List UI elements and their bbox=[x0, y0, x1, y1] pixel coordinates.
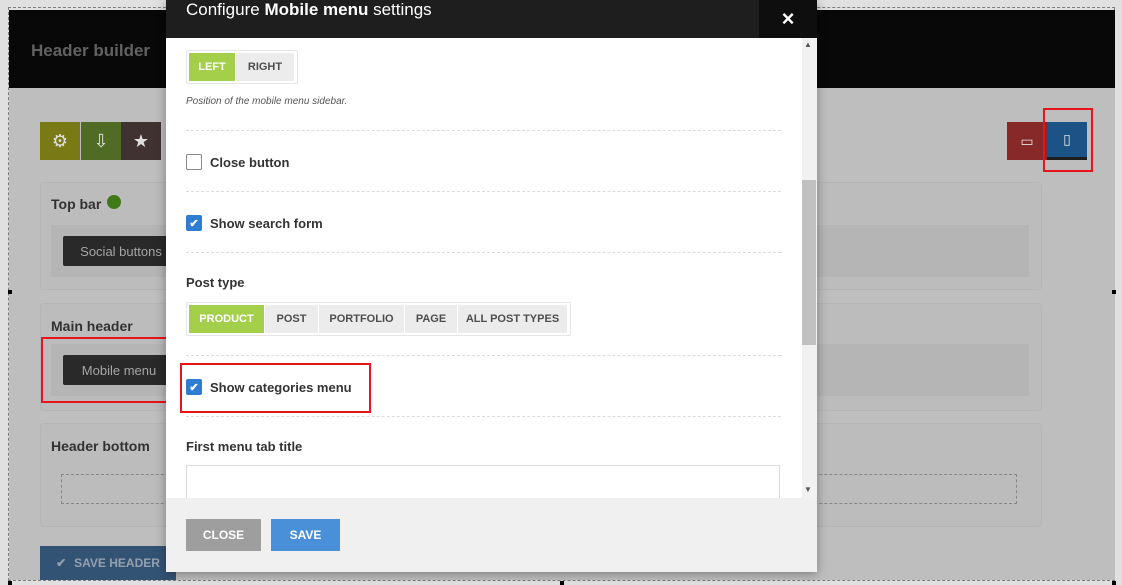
post-type-toggle: PRODUCT POST PORTFOLIO PAGE ALL POST TYP… bbox=[186, 302, 571, 336]
show-search-form-label: Show search form bbox=[210, 215, 323, 231]
checkbox-unchecked[interactable] bbox=[186, 154, 202, 170]
modal-header: Configure Mobile menu settings × bbox=[166, 0, 817, 38]
post-type-label: Post type bbox=[186, 275, 245, 290]
post-type-all[interactable]: ALL POST TYPES bbox=[458, 305, 567, 333]
scrollbar-thumb[interactable] bbox=[802, 180, 816, 345]
position-toggle: LEFT RIGHT bbox=[186, 50, 298, 84]
show-search-form-option[interactable]: ✔ Show search form bbox=[186, 215, 323, 231]
highlight-mobile-menu bbox=[41, 337, 170, 403]
modal-title: Configure Mobile menu settings bbox=[186, 0, 432, 20]
post-type-post[interactable]: POST bbox=[265, 305, 318, 333]
check-icon: ✔ bbox=[189, 217, 199, 230]
position-right-option[interactable]: RIGHT bbox=[236, 53, 294, 81]
save-button[interactable]: SAVE bbox=[271, 519, 340, 551]
modal-content[interactable]: LEFT RIGHT Position of the mobile menu s… bbox=[166, 38, 817, 498]
divider bbox=[186, 130, 781, 131]
divider bbox=[186, 252, 781, 253]
scroll-up-icon[interactable]: ▲ bbox=[804, 40, 812, 49]
close-button[interactable]: CLOSE bbox=[186, 519, 261, 551]
close-button-label: Close button bbox=[210, 154, 290, 170]
scroll-down-icon[interactable]: ▼ bbox=[804, 485, 812, 494]
post-type-portfolio[interactable]: PORTFOLIO bbox=[319, 305, 404, 333]
modal-title-prefix: Configure bbox=[186, 0, 260, 19]
position-left-option[interactable]: LEFT bbox=[189, 53, 235, 81]
checkbox-checked[interactable]: ✔ bbox=[186, 215, 202, 231]
post-type-product[interactable]: PRODUCT bbox=[189, 305, 264, 333]
settings-modal: Configure Mobile menu settings × LEFT RI… bbox=[166, 0, 817, 572]
highlight-show-categories bbox=[180, 363, 371, 413]
divider bbox=[186, 191, 781, 192]
post-type-page[interactable]: PAGE bbox=[405, 305, 457, 333]
first-menu-tab-title-label: First menu tab title bbox=[186, 439, 303, 454]
position-hint: Position of the mobile menu sidebar. bbox=[186, 96, 348, 107]
highlight-mobile-view bbox=[1043, 108, 1093, 172]
close-button-option[interactable]: Close button bbox=[186, 154, 289, 170]
divider bbox=[186, 355, 781, 356]
modal-title-suffix: settings bbox=[373, 0, 432, 19]
first-menu-tab-title-input[interactable] bbox=[186, 465, 780, 498]
divider bbox=[186, 416, 781, 417]
close-icon[interactable]: × bbox=[759, 0, 817, 38]
modal-title-element: Mobile menu bbox=[264, 0, 369, 19]
modal-footer: CLOSE SAVE bbox=[166, 498, 817, 572]
